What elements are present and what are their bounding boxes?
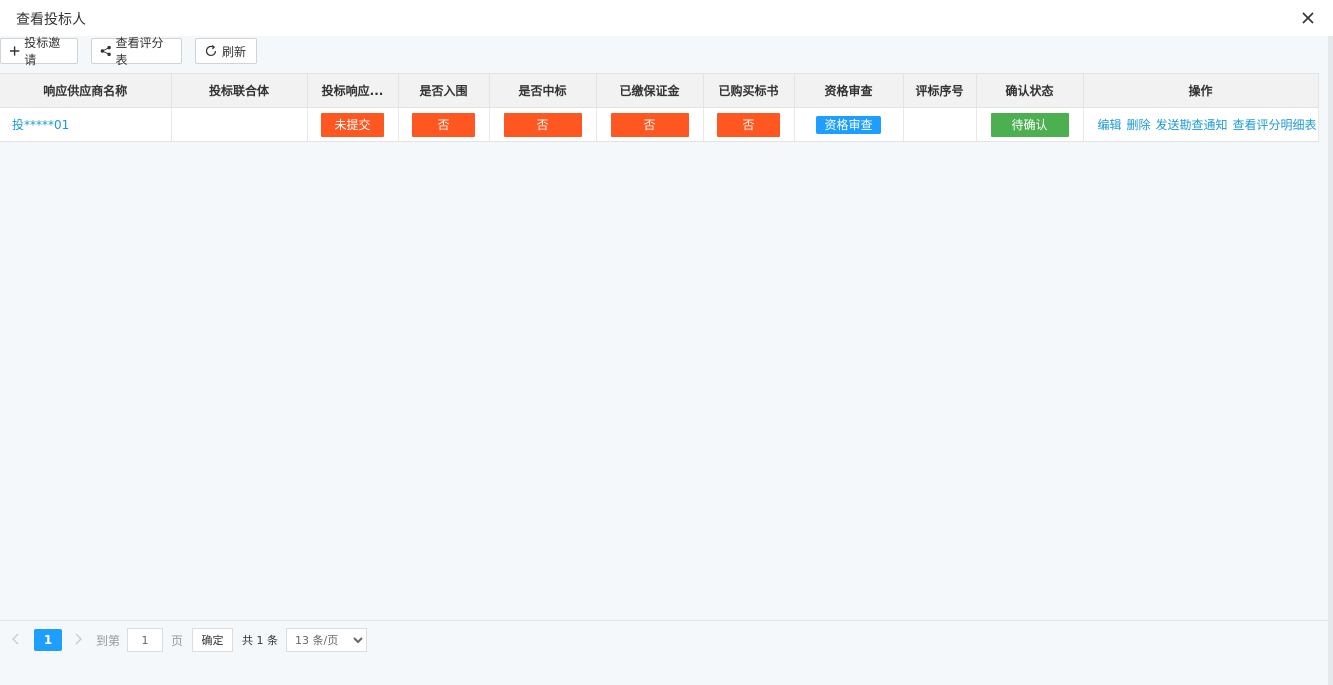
view-score-table-label: 查看评分表 <box>115 36 164 67</box>
refresh-label: 刷新 <box>222 44 247 59</box>
cell-doc-purchased: 否 <box>703 107 795 142</box>
delete-link[interactable]: 删除 <box>1127 118 1151 132</box>
doc-purchased-badge: 否 <box>717 112 780 137</box>
cell-consortium <box>171 107 308 142</box>
send-survey-notice-link[interactable]: 发送勘查通知 <box>1156 118 1228 132</box>
page-1-button[interactable]: 1 <box>34 629 62 651</box>
cell-operations: 编辑 删除 发送勘查通知 查看评分明细表 <box>1083 107 1319 142</box>
cell-winning: 否 <box>489 107 597 142</box>
qualification-review-button[interactable]: 资格审查 <box>816 115 881 134</box>
page-unit-label: 页 <box>171 634 184 648</box>
winning-badge: 否 <box>503 112 582 137</box>
page-size-select[interactable]: 13 条/页 <box>286 628 367 652</box>
edit-link[interactable]: 编辑 <box>1098 118 1122 132</box>
cell-qualification: 资格审查 <box>794 107 904 142</box>
scrollbar-track[interactable] <box>1328 36 1333 685</box>
bidder-table: 响应供应商名称 投标联合体 投标响应... 是否入围 是否中标 已缴保证金 已购… <box>0 73 1319 142</box>
table-row[interactable]: 投*****01 未提交 否 否 否 否 资格审查 待确认 编辑 删除 发送勘查… <box>0 107 1319 142</box>
cell-shortlisted: 否 <box>398 107 490 142</box>
table-header-row: 响应供应商名称 投标联合体 投标响应... 是否入围 是否中标 已缴保证金 已购… <box>0 73 1319 108</box>
invite-bid-label: 投标邀请 <box>24 36 61 67</box>
total-count: 共 1 条 <box>242 634 278 647</box>
cell-response: 未提交 <box>307 107 399 142</box>
refresh-icon <box>205 45 217 57</box>
invite-bid-button[interactable]: 投标邀请 <box>0 36 78 67</box>
goto-confirm-button[interactable]: 确定 <box>192 628 233 652</box>
col-header-confirm-status[interactable]: 确认状态 <box>976 73 1084 108</box>
col-header-supplier[interactable]: 响应供应商名称 <box>0 73 172 108</box>
col-header-eval-order[interactable]: 评标序号 <box>903 73 977 108</box>
shortlisted-badge: 否 <box>412 112 475 137</box>
col-header-operations: 操作 <box>1083 73 1319 108</box>
cell-deposit: 否 <box>596 107 704 142</box>
cell-supplier: 投*****01 <box>0 107 172 142</box>
col-header-doc-purchased[interactable]: 已购买标书 <box>703 73 795 108</box>
col-header-response[interactable]: 投标响应... <box>307 73 399 108</box>
cell-eval-order <box>903 107 977 142</box>
dialog-header: 查看投标人 <box>0 0 1333 36</box>
prev-page-icon[interactable] <box>10 631 22 650</box>
view-score-detail-link[interactable]: 查看评分明细表 <box>1233 118 1317 132</box>
next-page-icon[interactable] <box>72 631 84 650</box>
share-icon <box>100 45 111 57</box>
close-icon[interactable] <box>1298 8 1318 28</box>
view-score-table-button[interactable]: 查看评分表 <box>91 36 182 67</box>
dialog-title: 查看投标人 <box>16 12 86 28</box>
refresh-button[interactable]: 刷新 <box>195 38 257 64</box>
toolbar: 投标邀请 查看评分表 刷新 <box>0 36 1328 70</box>
response-status-badge: 未提交 <box>321 112 384 137</box>
plus-icon <box>9 46 20 56</box>
confirm-status-badge: 待确认 <box>990 112 1069 137</box>
col-header-winning[interactable]: 是否中标 <box>489 73 597 108</box>
deposit-badge: 否 <box>610 112 689 137</box>
goto-page-input[interactable] <box>127 628 163 652</box>
col-header-qualification[interactable]: 资格审查 <box>794 73 904 108</box>
pagination: 1 到第 页 确定 共 1 条 13 条/页 <box>0 620 1328 660</box>
col-header-deposit[interactable]: 已缴保证金 <box>596 73 704 108</box>
goto-label: 到第 <box>96 634 121 648</box>
supplier-link[interactable]: 投*****01 <box>12 118 69 132</box>
col-header-consortium[interactable]: 投标联合体 <box>171 73 308 108</box>
cell-confirm-status: 待确认 <box>976 107 1084 142</box>
col-header-shortlisted[interactable]: 是否入围 <box>398 73 490 108</box>
